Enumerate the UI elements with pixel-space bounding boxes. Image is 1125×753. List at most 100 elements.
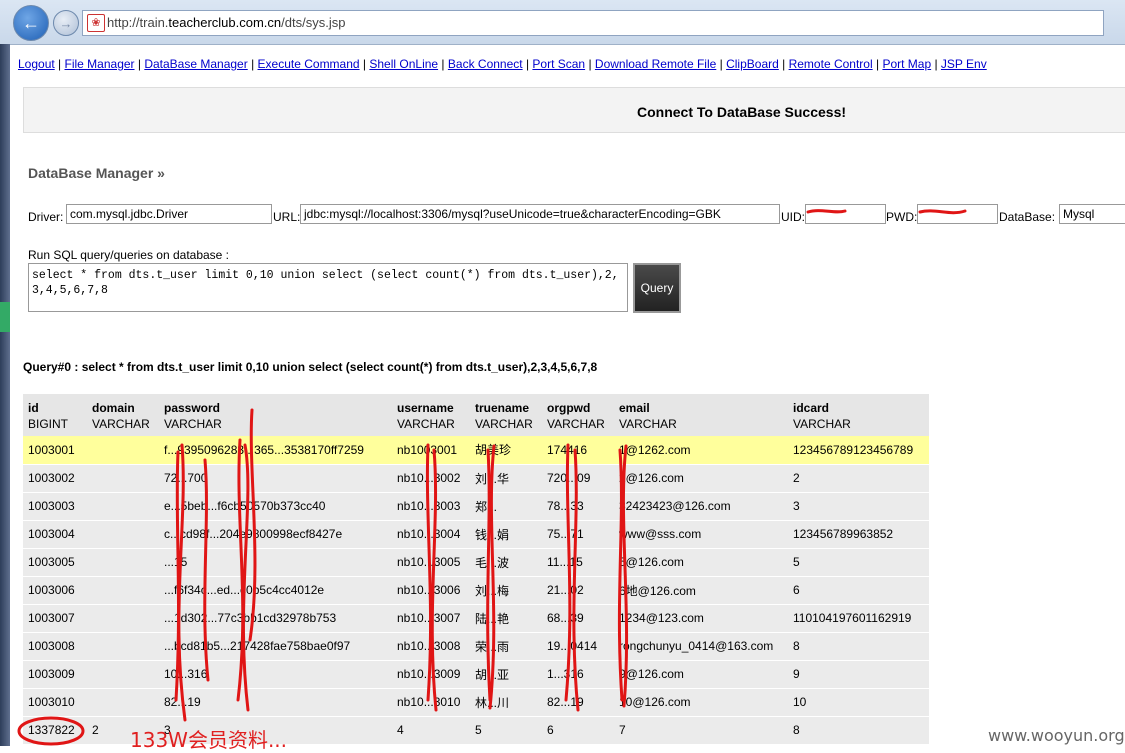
- cell-username: nb10...3007: [392, 604, 470, 633]
- cell-username: nb10...3002: [392, 464, 470, 493]
- cell-username: nb10...3009: [392, 660, 470, 689]
- column-name: id: [28, 401, 39, 415]
- cell-email: 7: [614, 716, 788, 745]
- cell-orgpwd: 19...0414: [542, 632, 614, 661]
- uid-input[interactable]: [805, 204, 886, 224]
- database-select[interactable]: Mysql: [1059, 204, 1125, 224]
- database-label: DataBase:: [999, 210, 1056, 224]
- column-type: VARCHAR: [793, 417, 851, 431]
- menu-link-back-connect[interactable]: Back Connect: [448, 57, 523, 71]
- uid-label: UID:: [781, 210, 805, 224]
- menu-separator: |: [931, 57, 941, 71]
- cell-orgpwd: 75...71: [542, 520, 614, 549]
- menu-separator: |: [872, 57, 883, 71]
- cell-id: 1003006: [23, 576, 87, 605]
- cell-id: 1003009: [23, 660, 87, 689]
- cell-idcard: 8: [788, 632, 929, 661]
- cell-password: 82...19: [159, 688, 392, 717]
- menu-separator: |: [247, 57, 258, 71]
- menu-link-file-manager[interactable]: File Manager: [65, 57, 135, 71]
- menu-link-execute-command[interactable]: Execute Command: [258, 57, 360, 71]
- cell-truename: 荣...雨: [470, 632, 542, 661]
- cell-password: ...f6f34c...ed...c0b5c4cc4012e: [159, 576, 392, 605]
- cell-password: e...5beb...f6cb50570b373cc40: [159, 492, 392, 521]
- table-row: 1003007 ...1d302...77c3bb1cd32978b753 nb10…: [23, 604, 929, 633]
- column-type: BIGINT: [28, 417, 69, 431]
- menu-link-remote-control[interactable]: Remote Control: [789, 57, 873, 71]
- column-header-idcard: idcard VARCHAR: [788, 394, 929, 436]
- pwd-input[interactable]: [917, 204, 998, 224]
- cell-truename: 刘...梅: [470, 576, 542, 605]
- menu-separator: |: [585, 57, 595, 71]
- column-header-id: id BIGINT: [23, 394, 87, 436]
- status-message: Connect To DataBase Success!: [637, 104, 847, 120]
- cell-truename: 郑...: [470, 492, 542, 521]
- cell-id: 1003007: [23, 604, 87, 633]
- cell-password: 72...700: [159, 464, 392, 493]
- menu-link-shell-online[interactable]: Shell OnLine: [369, 57, 438, 71]
- menu-separator: |: [438, 57, 448, 71]
- site-favicon-icon: ❀: [87, 14, 105, 32]
- cell-email: rongchunyu_0414@163.com: [614, 632, 788, 661]
- cell-username: nb10...3008: [392, 632, 470, 661]
- table-row: 1003010 82...19 nb10...3010 林...川 82...19 10@…: [23, 688, 929, 717]
- cell-idcard: 9: [788, 660, 929, 689]
- table-row: 1003003 e...5beb...f6cb50570b373cc40 nb10.…: [23, 492, 929, 521]
- forward-arrow-icon[interactable]: →: [53, 10, 79, 36]
- address-bar[interactable]: ❀ http://train.teacherclub.com.cn/dts/sy…: [82, 10, 1104, 36]
- cell-truename: 林...川: [470, 688, 542, 717]
- table-header-row: id BIGINT domain VARCHAR password VARCHAR user…: [23, 394, 929, 436]
- menu-link-logout[interactable]: Logout: [18, 57, 55, 71]
- menu-separator: |: [134, 57, 145, 71]
- column-name: username: [397, 401, 454, 415]
- menu-link-download-remote-file[interactable]: Download Remote File: [595, 57, 716, 71]
- back-arrow-icon[interactable]: ←: [13, 5, 49, 41]
- address-url: http://train.teacherclub.com.cn/dts/sys.…: [107, 15, 345, 30]
- table-row: 1003006 ...f6f34c...ed...c0b5c4cc4012e nb1…: [23, 576, 929, 605]
- table-row: 1003001 f...9395096283...365...3538170ff7…: [23, 436, 929, 465]
- cell-idcard: 10: [788, 688, 929, 717]
- cell-orgpwd: 68...39: [542, 604, 614, 633]
- cell-orgpwd: 1...316: [542, 660, 614, 689]
- driver-input[interactable]: com.mysql.jdbc.Driver: [66, 204, 272, 224]
- menu-link-port-map[interactable]: Port Map: [882, 57, 931, 71]
- menu-link-port-scan[interactable]: Port Scan: [532, 57, 585, 71]
- cell-id: 1003004: [23, 520, 87, 549]
- column-type: VARCHAR: [164, 417, 222, 431]
- cell-idcard: 123456789963852: [788, 520, 929, 549]
- cell-password: ...15: [159, 548, 392, 577]
- column-header-password: password VARCHAR: [159, 394, 392, 436]
- cell-id: 1003008: [23, 632, 87, 661]
- column-type: VARCHAR: [397, 417, 455, 431]
- query-heading: Query#0 : select * from dts.t_user limit…: [23, 360, 598, 374]
- cell-email: 2@126.com: [614, 464, 788, 493]
- url-prefix: http://train.: [107, 15, 169, 30]
- cell-domain: [87, 548, 159, 577]
- column-name: orgpwd: [547, 401, 591, 415]
- left-desktop-strip: [0, 44, 10, 746]
- menu-separator: |: [359, 57, 370, 71]
- cell-truename: 毛...波: [470, 548, 542, 577]
- cell-domain: [87, 492, 159, 521]
- column-name: email: [619, 401, 650, 415]
- sql-query-textarea[interactable]: select * from dts.t_user limit 0,10 unio…: [28, 263, 628, 312]
- cell-domain: [87, 660, 159, 689]
- section-title: DataBase Manager »: [28, 165, 165, 181]
- menu-link-jsp-env[interactable]: JSP Env: [941, 57, 987, 71]
- cell-email: 10@126.com: [614, 688, 788, 717]
- cell-truename: 胡...亚: [470, 660, 542, 689]
- table-row: 1003009 10...316 nb10...3009 胡...亚 1...316 9@…: [23, 660, 929, 689]
- menu-link-database-manager[interactable]: DataBase Manager: [144, 57, 247, 71]
- cell-domain: [87, 604, 159, 633]
- query-button[interactable]: Query: [633, 263, 681, 313]
- url-input[interactable]: jdbc:mysql://localhost:3306/mysql?useUni…: [300, 204, 780, 224]
- menu-separator: |: [54, 57, 65, 71]
- menu-link-clipboard[interactable]: ClipBoard: [726, 57, 779, 71]
- cell-password: c...cd98f...204e9800998ecf8427e: [159, 520, 392, 549]
- cell-username: nb10...3006: [392, 576, 470, 605]
- cell-id: 1003005: [23, 548, 87, 577]
- cell-username: nb10...3010: [392, 688, 470, 717]
- cell-orgpwd: 78...33: [542, 492, 614, 521]
- cell-truename: 刘...华: [470, 464, 542, 493]
- cell-orgpwd: 6: [542, 716, 614, 745]
